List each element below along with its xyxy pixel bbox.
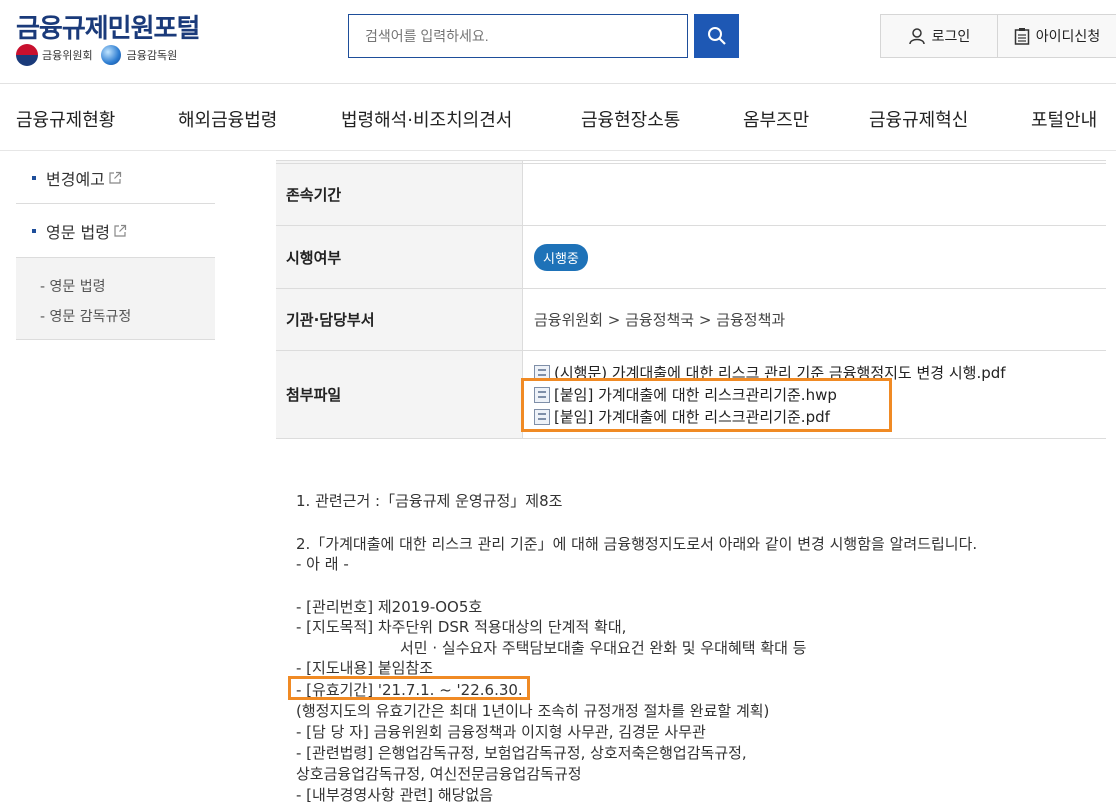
body-line: - 아 래 - — [296, 555, 349, 573]
sidebar-subitem-english-law[interactable]: - 영문 법령 — [40, 272, 215, 302]
attachment-link-pdf[interactable]: [붙임] 가계대출에 대한 리스크관리기준.pdf — [534, 406, 830, 428]
login-label: 로그인 — [931, 29, 971, 45]
table-row: 시행여부 시행중 — [276, 226, 1106, 289]
nav-item-field-communication[interactable]: 금융현장소통 — [581, 106, 680, 132]
signup-button[interactable]: 아이디신청 — [997, 14, 1116, 58]
body-line: 2.「가계대출에 대한 리스크 관리 기준」에 대해 금융행정지도로서 아래와 … — [296, 535, 978, 553]
attachment-list: (시행문) 가계대출에 대한 리스크 관리 기준 금융행정지도 변경 시행.pd… — [523, 351, 1106, 438]
org1-label: 금융위원회 — [42, 49, 93, 62]
table-row: 기관·담당부서 금융위원회 > 금융정책국 > 금융정책과 — [276, 289, 1106, 351]
row-value-department: 금융위원회 > 금융정책국 > 금융정책과 — [534, 311, 786, 329]
nav-item-ombudsman[interactable]: 옴부즈만 — [743, 106, 809, 132]
logo-orgs: 금융위원회 금융감독원 — [16, 44, 177, 66]
table-row: 첨부파일 (시행문) 가계대출에 대한 리스크 관리 기준 금융행정지도 변경 … — [276, 351, 1106, 439]
row-header-attachments: 첨부파일 — [276, 351, 523, 438]
bullet-icon — [32, 228, 36, 233]
body-line: 상호금융업감독규정, 여신전문금융업감독규정 — [296, 765, 582, 783]
search-button[interactable] — [694, 14, 739, 58]
body-line: - [관련법령] 은행업감독규정, 보험업감독규정, 상호저축은행업감독규정, — [296, 744, 747, 762]
signup-label: 아이디신청 — [1035, 29, 1101, 45]
fsc-emblem-icon — [16, 44, 38, 66]
nav-item-overseas-law[interactable]: 해외금융법령 — [178, 106, 277, 132]
row-value-duration — [523, 164, 1106, 225]
sidebar-submenu: - 영문 법령 - 영문 감독규정 — [16, 258, 215, 340]
external-link-icon — [114, 224, 127, 237]
nav-item-portal-info[interactable]: 포털안내 — [1031, 106, 1097, 132]
row-header-department: 기관·담당부서 — [276, 289, 523, 350]
nav-item-innovation[interactable]: 금융규제혁신 — [869, 106, 968, 132]
body-line: (행정지도의 유효기간은 최대 1년이나 조속히 규정개정 절차를 완료할 계획… — [296, 702, 770, 720]
body-line: - [관리번호] 제2019-OO5호 — [296, 598, 483, 616]
file-icon — [534, 364, 550, 381]
sidebar-item-change-notice[interactable]: 변경예고 — [16, 152, 215, 204]
sidebar-item-label: 변경예고 — [46, 169, 105, 189]
body-line: 1. 관련근거 :「금융규제 운영규정」제8조 — [296, 492, 563, 510]
clipboard-icon — [1014, 28, 1030, 45]
row-header-enforcement: 시행여부 — [276, 226, 523, 288]
nav-item-regulation-status[interactable]: 금융규제현황 — [16, 106, 115, 132]
sidebar-subitem-english-supervision[interactable]: - 영문 감독규정 — [40, 302, 215, 332]
sidebar-item-label: 영문 법령 — [46, 222, 110, 242]
org2-label: 금융감독원 — [126, 49, 178, 62]
sidebar-item-english-law[interactable]: 영문 법령 — [16, 204, 215, 258]
attachment-link-hwp[interactable]: [붙임] 가계대출에 대한 리스크관리기준.hwp — [534, 384, 837, 406]
body-line-validity: - [유효기간] '21.7.1. ~ '22.6.30. — [296, 681, 523, 699]
login-button[interactable]: 로그인 — [880, 14, 998, 58]
body-line: - [담 당 자] 금융위원회 금융정책과 이지형 사무관, 김경문 사무관 — [296, 723, 706, 741]
external-link-icon — [109, 171, 121, 184]
table-row: 존속기간 — [276, 164, 1106, 226]
attachment-link-pdf-notice[interactable]: (시행문) 가계대출에 대한 리스크 관리 기준 금융행정지도 변경 시행.pd… — [534, 362, 1006, 384]
body-line: - [지도목적] 차주단위 DSR 적용대상의 단계적 확대, — [296, 618, 627, 636]
nav-item-interpretation[interactable]: 법령해석·비조치의견서 — [341, 106, 512, 132]
search-input[interactable] — [348, 14, 688, 58]
status-badge: 시행중 — [534, 243, 588, 271]
site-title[interactable]: 금융규제민원포털 — [16, 8, 200, 45]
file-icon — [534, 408, 550, 425]
file-icon — [534, 386, 550, 403]
row-header-duration: 존속기간 — [276, 164, 523, 225]
body-line: - [내부경영사항 관련] 해당없음 — [296, 786, 494, 803]
detail-table: 존속기간 시행여부 시행중 기관·담당부서 금융위원회 > 금융정책국 > 금융… — [276, 160, 1106, 439]
body-line: - [지도내용] 붙임참조 — [296, 659, 434, 677]
body-line: 서민 · 실수요자 주택담보대출 우대요건 완화 및 우대혜택 확대 등 — [400, 639, 807, 657]
search-icon — [707, 27, 726, 45]
user-icon — [908, 28, 925, 45]
fss-logo-icon — [100, 45, 121, 65]
bullet-icon — [32, 175, 36, 180]
nav-divider — [0, 150, 1116, 151]
